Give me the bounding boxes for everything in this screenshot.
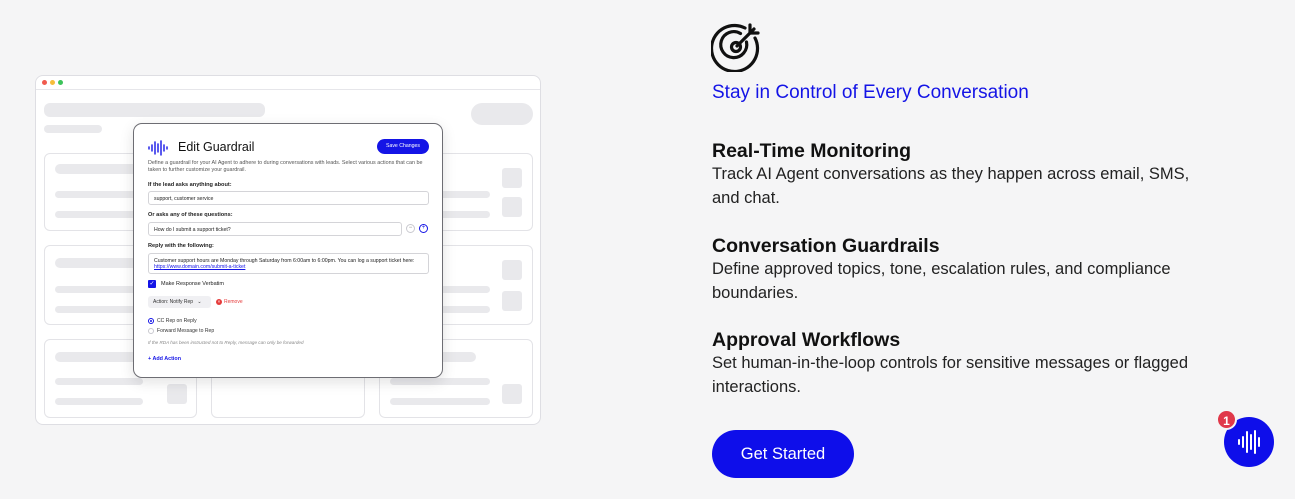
forward-note: If the RDA has been instructed not to Re…: [148, 340, 304, 345]
topics-input[interactable]: support, customer service: [148, 191, 429, 205]
skeleton-bar: [44, 103, 265, 117]
add-question-button[interactable]: +: [419, 224, 428, 233]
modal-description: Define a guardrail for your AI Agent to …: [148, 160, 423, 173]
remove-action-link[interactable]: Remove: [224, 299, 243, 305]
notification-badge: 1: [1216, 409, 1237, 430]
edit-guardrail-modal: Edit Guardrail Save Changes Define a gua…: [133, 123, 443, 378]
reply-textarea[interactable]: Customer support hours are Monday throug…: [148, 253, 429, 274]
window-minimize-dot: [50, 80, 55, 85]
save-changes-button[interactable]: Save Changes: [377, 139, 429, 154]
feature-desc-guardrails: Define approved topics, tone, escalation…: [712, 260, 1171, 302]
add-action-button[interactable]: + Add Action: [148, 356, 181, 362]
feature-title-approval: Approval Workflows: [712, 329, 901, 351]
reply-link[interactable]: https://www.domain.com/submit-a-ticket: [154, 264, 245, 270]
remove-icon[interactable]: ×: [216, 299, 222, 305]
action-select[interactable]: Action: Notify Rep ⌄: [148, 296, 211, 308]
skeleton-bar: [44, 125, 102, 133]
question-input[interactable]: How do I submit a support ticket?: [148, 222, 402, 236]
reply-label: Reply with the following:: [148, 243, 214, 249]
window-close-dot: [42, 80, 47, 85]
cc-rep-label: CC Rep on Reply: [157, 318, 197, 324]
window-titlebar: [36, 76, 540, 90]
feature-title-monitoring: Real-Time Monitoring: [712, 140, 911, 162]
feature-title-guardrails: Conversation Guardrails: [712, 235, 940, 257]
target-arrow-icon: [711, 23, 760, 72]
window-maximize-dot: [58, 80, 63, 85]
verbatim-label: Make Response Verbatim: [161, 281, 224, 287]
skeleton-button: [471, 103, 533, 125]
action-select-value: Action: Notify Rep: [153, 299, 194, 305]
questions-label: Or asks any of these questions:: [148, 212, 233, 218]
chevron-down-icon: ⌄: [197, 299, 202, 305]
feature-desc-monitoring: Track AI Agent conversations as they hap…: [712, 165, 1190, 207]
verbatim-checkbox[interactable]: ✓: [148, 280, 156, 288]
modal-title: Edit Guardrail: [178, 140, 255, 154]
feature-desc-approval: Set human-in-the-loop controls for sensi…: [712, 354, 1188, 396]
remove-question-button[interactable]: −: [406, 224, 415, 233]
forward-rep-label: Forward Message to Rep: [157, 328, 215, 334]
cc-rep-radio[interactable]: [148, 318, 154, 324]
forward-rep-radio[interactable]: [148, 328, 154, 334]
soundwave-logo-icon: [148, 140, 168, 156]
section-heading: Stay in Control of Every Conversation: [712, 82, 1029, 103]
if-lead-asks-label: If the lead asks anything about:: [148, 182, 232, 188]
get-started-button[interactable]: Get Started: [712, 430, 854, 478]
